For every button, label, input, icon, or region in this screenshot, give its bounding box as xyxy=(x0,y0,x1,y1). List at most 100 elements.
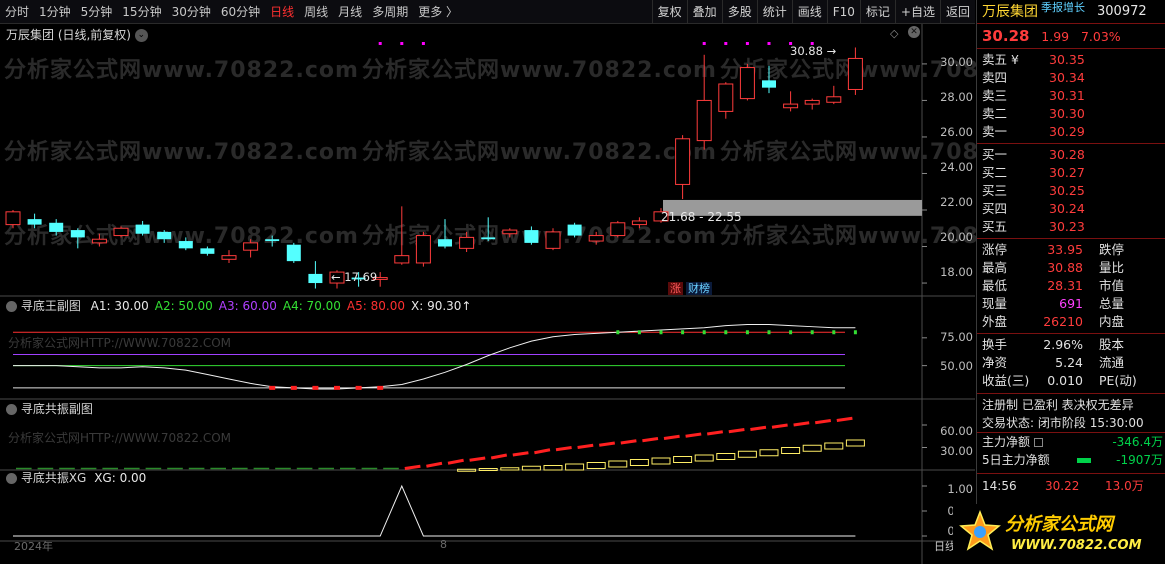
f10-button[interactable]: F10 xyxy=(826,0,860,24)
sub2-watermark: 分析家公式网HTTP://WWW.70822.COM xyxy=(8,431,232,445)
signal-marker xyxy=(421,42,425,45)
sub1-settings-icon[interactable] xyxy=(6,301,17,312)
ask-row[interactable]: 卖五 ¥ 30.35 xyxy=(977,51,1165,69)
add-watchlist-button[interactable]: +自选 xyxy=(894,0,940,24)
ask-row[interactable]: 卖二 30.30 xyxy=(977,105,1165,123)
stock-name[interactable]: 万辰集团 xyxy=(982,4,1038,20)
tick-price: 30.22 xyxy=(1045,479,1080,493)
candle xyxy=(5,210,21,229)
sub2-y-tick: 30.00 xyxy=(940,444,973,458)
sub2-title-bar[interactable]: 寻底共振副图 xyxy=(6,400,93,417)
candle xyxy=(675,135,691,200)
sub2-red-line xyxy=(836,416,853,422)
ask-label: 卖二 xyxy=(982,106,1008,121)
sub1-title-bar[interactable]: 寻底王副图 A1: 30.00 A2: 50.00 A3: 60.00 A4: 70.… xyxy=(6,297,471,314)
diamond-icon[interactable]: ◇ xyxy=(890,27,898,40)
ask-row[interactable]: 卖一 30.29 xyxy=(977,123,1165,141)
candle xyxy=(545,228,561,251)
bid-row[interactable]: 买一 30.28 xyxy=(977,146,1165,164)
bid-row[interactable]: 买三 30.25 xyxy=(977,182,1165,200)
sub1-high-marker xyxy=(810,330,814,335)
candle xyxy=(481,217,496,242)
sub3-settings-icon[interactable] xyxy=(6,473,17,484)
y-tick: 22.00 xyxy=(940,195,973,209)
sub2-settings-icon[interactable] xyxy=(6,404,17,415)
tf-weekly[interactable]: 周线 xyxy=(299,3,333,20)
chart-settings-icon[interactable]: ✕ xyxy=(908,26,920,38)
tf-1min[interactable]: 1分钟 xyxy=(34,3,76,20)
candle-body xyxy=(567,224,582,236)
draw-line-button[interactable]: 画线 xyxy=(791,0,827,24)
stat-label-2: 流通 xyxy=(1099,355,1125,370)
high-price-label: 30.88 → xyxy=(790,44,836,58)
price-change-pct: 7.03% xyxy=(1080,29,1121,44)
flow-label: 主力净额 xyxy=(982,435,1031,449)
stat-row: 现量 691 总量 xyxy=(977,295,1165,313)
rise-badge[interactable]: 涨 xyxy=(668,282,683,295)
ask-row[interactable]: 卖四 30.34 xyxy=(977,69,1165,87)
sub1-param: A5: 80.00 xyxy=(346,299,405,313)
flow-value: -346.4万 xyxy=(1112,435,1163,449)
flow-row[interactable]: 5日主力净额 -1907万 xyxy=(977,451,1165,469)
tf-30min[interactable]: 30分钟 xyxy=(167,3,216,20)
divider xyxy=(977,473,1165,474)
trade-status-label: 交易状态: xyxy=(982,416,1035,430)
sub3-title-bar[interactable]: 寻底共振XG XG: 0.00 xyxy=(6,469,146,486)
sub2-yellow-bar xyxy=(586,462,606,469)
candle-body xyxy=(286,244,301,262)
ask-price: 30.35 xyxy=(1049,52,1085,67)
stock-tag[interactable]: 季报增长 xyxy=(1041,0,1085,20)
candle-body xyxy=(135,224,150,234)
tf-60min[interactable]: 60分钟 xyxy=(216,3,265,20)
stat-row: 换手 2.96% 股本 xyxy=(977,336,1165,354)
candle-body xyxy=(804,99,820,105)
sub1-high-marker xyxy=(724,330,728,335)
info-icon[interactable] xyxy=(1033,438,1043,447)
sub1-low-marker xyxy=(269,385,276,390)
candle-body xyxy=(739,67,755,100)
ask-row[interactable]: 卖三 30.31 xyxy=(977,87,1165,105)
tf-5min[interactable]: 5分钟 xyxy=(76,3,118,20)
main-chart-title[interactable]: 万辰集团 (日线,前复权) ⌄ xyxy=(6,26,148,43)
tf-multi-period[interactable]: 多周期 xyxy=(367,3,413,20)
flow-row[interactable]: 主力净额 -346.4万 xyxy=(977,433,1165,451)
tags-line[interactable]: 注册制 已盈利 表决权无差异 xyxy=(977,396,1165,414)
sub1-high-marker xyxy=(616,330,620,335)
statistics-button[interactable]: 统计 xyxy=(756,0,792,24)
candle xyxy=(588,231,604,245)
back-button[interactable]: 返回 xyxy=(939,0,975,24)
sub2-red-line xyxy=(793,421,810,427)
stat-label: 最低 xyxy=(982,278,1008,293)
candle xyxy=(243,239,259,258)
finance-badge[interactable]: 财榜 xyxy=(686,282,712,295)
sub2-red-line xyxy=(555,446,572,452)
tf-15min[interactable]: 15分钟 xyxy=(117,3,166,20)
last-price: 30.28 xyxy=(982,27,1030,45)
main-title-text: 万辰集团 (日线,前复权) xyxy=(6,28,131,42)
restore-rights-button[interactable]: 复权 xyxy=(651,0,687,24)
stock-header: 万辰集团 季报增长 300972 xyxy=(977,0,1165,24)
tf-fenshi[interactable]: 分时 xyxy=(0,3,34,20)
mark-button[interactable]: 标记 xyxy=(859,0,895,24)
chevron-down-icon[interactable]: ⌄ xyxy=(134,29,148,42)
bid-row[interactable]: 买五 30.23 xyxy=(977,218,1165,236)
bid-price: 30.28 xyxy=(1049,147,1085,162)
trade-status-row: 交易状态: 闭市阶段 15:30:00 xyxy=(977,414,1165,432)
overlay-button[interactable]: 叠加 xyxy=(686,0,722,24)
candle xyxy=(27,213,42,229)
candle-body xyxy=(502,229,518,235)
candle-body xyxy=(5,211,21,226)
candle-body xyxy=(265,239,280,242)
multi-stock-button[interactable]: 多股 xyxy=(721,0,757,24)
bid-row[interactable]: 买二 30.27 xyxy=(977,164,1165,182)
tf-daily[interactable]: 日线 xyxy=(265,3,299,20)
stat-label: 收益(三) xyxy=(982,373,1030,388)
bid-row[interactable]: 买四 30.24 xyxy=(977,200,1165,218)
sub2-red-line xyxy=(598,441,616,447)
stat-label: 净资 xyxy=(982,355,1008,370)
y-tick: 24.00 xyxy=(940,160,973,174)
tf-more[interactable]: 更多 〉 xyxy=(413,3,463,20)
stat-label: 外盘 xyxy=(982,314,1008,329)
arrow-left-icon: ← xyxy=(331,270,341,284)
tf-monthly[interactable]: 月线 xyxy=(333,3,367,20)
